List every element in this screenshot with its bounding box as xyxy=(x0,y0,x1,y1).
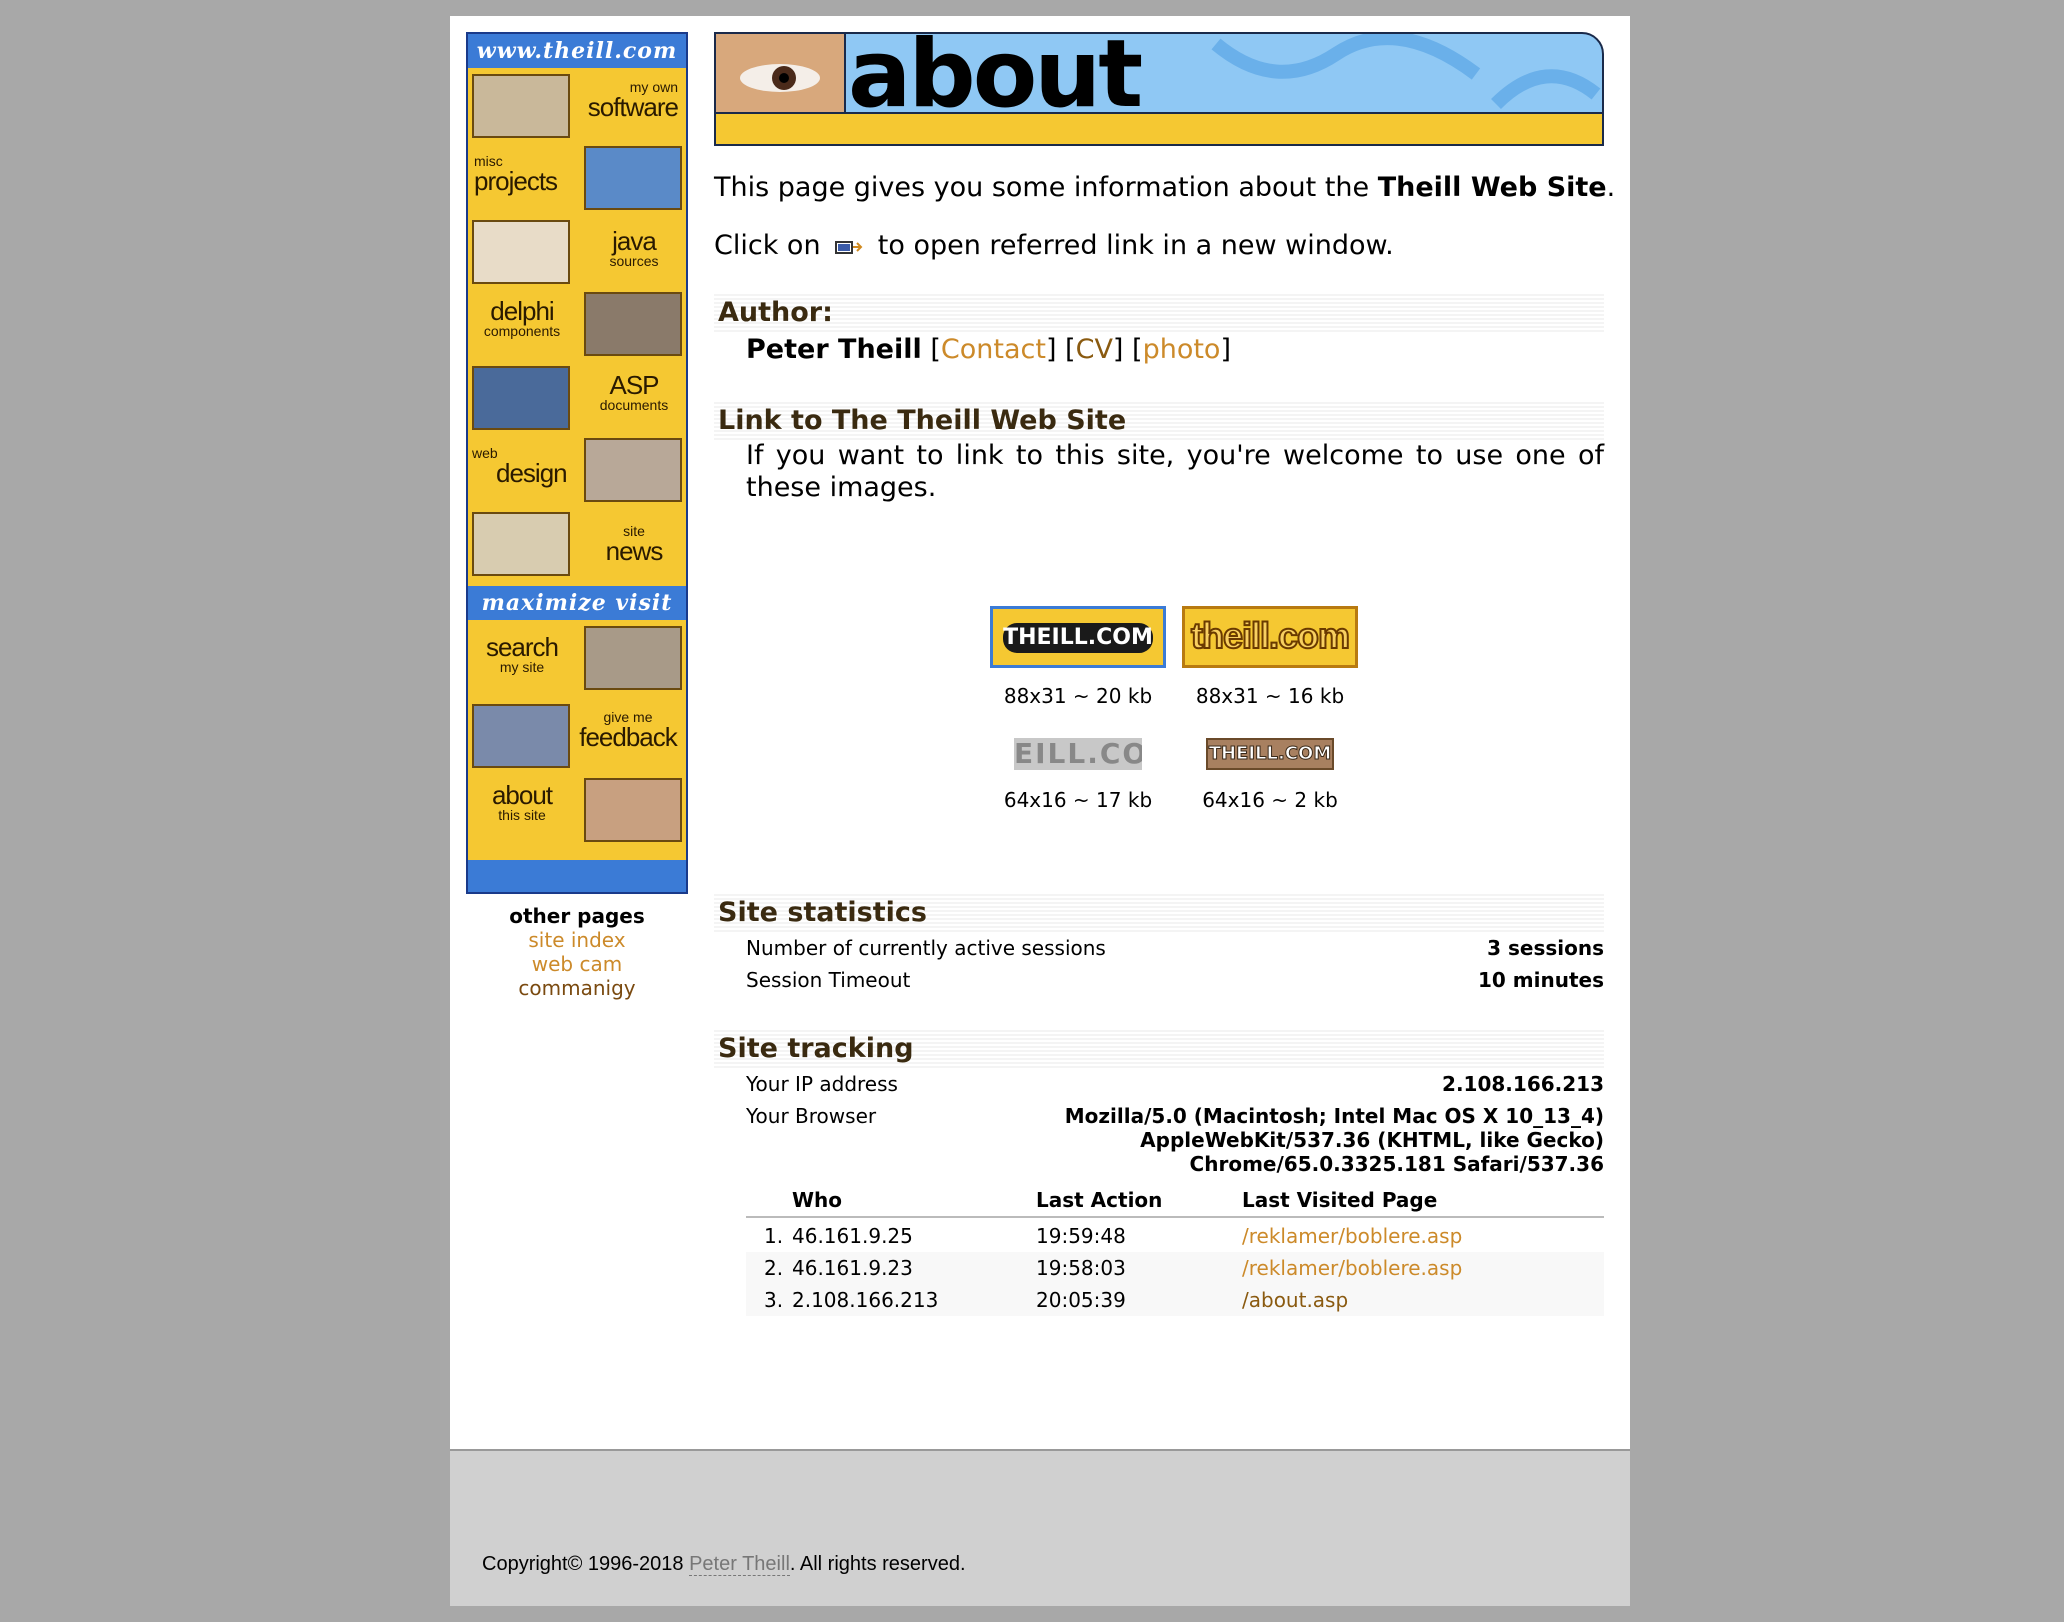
nav-banner-maximize-visit: maximize visit xyxy=(468,586,686,620)
nav-item-asp[interactable]: ASP documents xyxy=(584,372,684,436)
nav-item-search[interactable]: search my site xyxy=(472,634,572,698)
session-timeout-label: Session Timeout xyxy=(746,968,911,992)
badge-64x16-brown[interactable]: THEILL.COM xyxy=(1206,738,1334,770)
author-heading: Author: xyxy=(714,292,1604,332)
delphi-thumbnail[interactable] xyxy=(584,292,682,356)
site-navigation: www.theill.com my own software misc proj… xyxy=(466,32,688,894)
badge-caption-1: 88x31 ~ 20 kb xyxy=(1003,684,1153,708)
contact-link[interactable]: Contact xyxy=(941,334,1046,365)
table-header-divider xyxy=(746,1216,1604,1218)
browser-label: Your Browser xyxy=(746,1104,877,1128)
news-thumbnail[interactable] xyxy=(472,512,570,576)
active-sessions-label: Number of currently active sessions xyxy=(746,936,1106,960)
site-index-link[interactable]: site index xyxy=(466,928,688,952)
other-pages: other pages site index web cam commanigy xyxy=(466,904,688,1000)
feedback-thumbnail[interactable] xyxy=(472,704,570,768)
badge-caption-2: 88x31 ~ 16 kb xyxy=(1195,684,1345,708)
nav-item-java[interactable]: java sources xyxy=(584,228,684,292)
nav-bottom-strip xyxy=(468,860,686,892)
nav-item-about[interactable]: about this site xyxy=(472,782,572,846)
badge-88x31-theill-lower[interactable]: theill.com xyxy=(1182,606,1358,668)
nav-item-feedback[interactable]: give me feedback xyxy=(578,710,678,774)
author-name: Peter Theill xyxy=(746,334,922,365)
photo-link[interactable]: photo xyxy=(1143,334,1221,365)
site-statistics-heading: Site statistics xyxy=(714,892,1604,932)
nav-item-delphi[interactable]: delphi components xyxy=(472,298,572,362)
site-tracking-heading: Site tracking xyxy=(714,1028,1604,1068)
footer-author-link[interactable]: Peter Theill xyxy=(689,1553,790,1576)
session-timeout-value: 10 minutes xyxy=(1478,968,1604,992)
badge-88x31-theill-caps[interactable]: THEILL.COM xyxy=(990,606,1166,668)
about-thumbnail[interactable] xyxy=(584,778,682,842)
header-stripe xyxy=(716,112,1602,144)
browser-value: Mozilla/5.0 (Macintosh; Intel Mac OS X 1… xyxy=(1064,1104,1604,1176)
visited-page-link[interactable]: /reklamer/boblere.asp xyxy=(1242,1224,1462,1248)
table-row: 3. 2.108.166.213 20:05:39 /about.asp xyxy=(746,1284,1604,1316)
page-header-banner: about xyxy=(714,32,1604,146)
table-row: 1. 46.161.9.25 19:59:48 /reklamer/bobler… xyxy=(746,1220,1604,1252)
other-pages-heading: other pages xyxy=(509,904,645,928)
cv-link[interactable]: CV xyxy=(1076,334,1113,365)
badge-caption-3: 64x16 ~ 17 kb xyxy=(1003,788,1153,812)
commanigy-link[interactable]: commanigy xyxy=(466,976,688,1000)
link-section-heading: Link to The Theill Web Site xyxy=(714,400,1604,440)
column-header-who: Who xyxy=(792,1188,843,1212)
table-row: 2. 46.161.9.23 19:58:03 /reklamer/bobler… xyxy=(746,1252,1604,1284)
ip-address-label: Your IP address xyxy=(746,1072,898,1096)
java-thumbnail[interactable] xyxy=(472,220,570,284)
intro-line-1: This page gives you some information abo… xyxy=(714,172,1616,203)
nav-item-projects[interactable]: misc projects xyxy=(474,154,574,218)
link-section-text: If you want to link to this site, you're… xyxy=(746,440,1604,503)
page-container: www.theill.com my own software misc proj… xyxy=(450,16,1630,1606)
nav-banner-site-url[interactable]: www.theill.com xyxy=(468,34,686,68)
author-line: Peter Theill [Contact] [CV] [photo] xyxy=(746,334,1232,365)
footer: Copyright© 1996-2018 Peter Theill. All r… xyxy=(450,1449,1630,1606)
software-thumbnail[interactable] xyxy=(472,74,570,138)
asp-thumbnail[interactable] xyxy=(472,366,570,430)
column-header-last-visited-page: Last Visited Page xyxy=(1242,1188,1438,1212)
new-window-icon xyxy=(835,240,863,254)
intro-line-2: Click on to open referred link in a new … xyxy=(714,230,1394,261)
web-cam-link[interactable]: web cam xyxy=(466,952,688,976)
active-sessions-value: 3 sessions xyxy=(1487,936,1604,960)
badge-64x16-grey[interactable]: EILL.CO xyxy=(1014,738,1142,770)
nav-item-software[interactable]: my own software xyxy=(578,80,679,144)
ip-address-value: 2.108.166.213 xyxy=(1442,1072,1604,1096)
copyright-text: Copyright© 1996-2018 Peter Theill. All r… xyxy=(482,1553,966,1576)
design-thumbnail[interactable] xyxy=(584,438,682,502)
search-thumbnail[interactable] xyxy=(584,626,682,690)
nav-item-design[interactable]: web design xyxy=(472,446,572,510)
projects-thumbnail[interactable] xyxy=(584,146,682,210)
column-header-last-action: Last Action xyxy=(1036,1188,1163,1212)
badge-caption-4: 64x16 ~ 2 kb xyxy=(1202,788,1338,812)
nav-item-news[interactable]: site news xyxy=(584,524,684,588)
visited-page-link[interactable]: /about.asp xyxy=(1242,1288,1348,1312)
visited-page-link[interactable]: /reklamer/boblere.asp xyxy=(1242,1256,1462,1280)
